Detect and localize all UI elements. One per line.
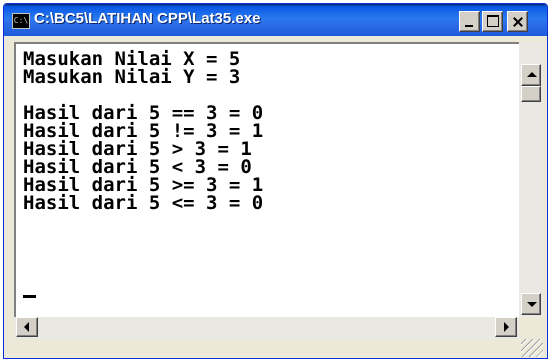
arrow-up-icon [527, 72, 537, 77]
arrow-down-icon [527, 302, 537, 307]
vertical-scrollbar[interactable] [519, 42, 543, 317]
scroll-left-button[interactable] [16, 317, 38, 337]
console-output-area[interactable]: Masukan Nilai X = 5 Masukan Nilai Y = 3 … [14, 42, 521, 317]
text-cursor [23, 295, 36, 298]
close-button[interactable] [507, 11, 528, 32]
resize-grip-icon[interactable] [521, 339, 543, 357]
arrow-left-icon [24, 322, 29, 332]
console-window: C:\ C:\BC5\LATIHAN CPP\Lat35.exe Masukan… [3, 3, 548, 359]
scroll-right-button[interactable] [495, 317, 517, 337]
scroll-up-button[interactable] [521, 64, 541, 86]
maximize-button[interactable] [482, 11, 503, 32]
console-output-text: Masukan Nilai X = 5 Masukan Nilai Y = 3 … [23, 48, 264, 214]
title-bar[interactable]: C:\ C:\BC5\LATIHAN CPP\Lat35.exe [4, 4, 547, 36]
scroll-down-button[interactable] [521, 293, 541, 315]
arrow-right-icon [504, 322, 509, 332]
window-title: C:\BC5\LATIHAN CPP\Lat35.exe [34, 10, 261, 27]
minimize-button[interactable] [459, 11, 480, 32]
horizontal-scrollbar[interactable] [14, 317, 519, 339]
console-icon[interactable]: C:\ [12, 13, 30, 29]
vertical-scroll-thumb[interactable] [521, 86, 541, 102]
